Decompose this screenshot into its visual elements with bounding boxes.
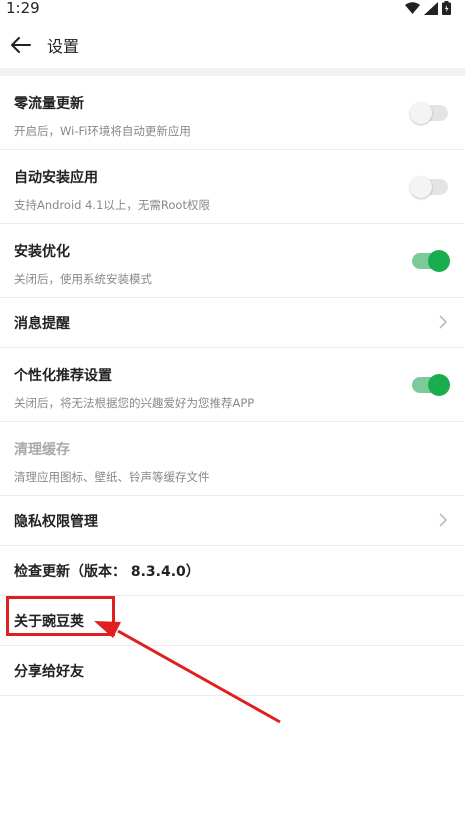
annotation-arrow <box>94 621 281 724</box>
